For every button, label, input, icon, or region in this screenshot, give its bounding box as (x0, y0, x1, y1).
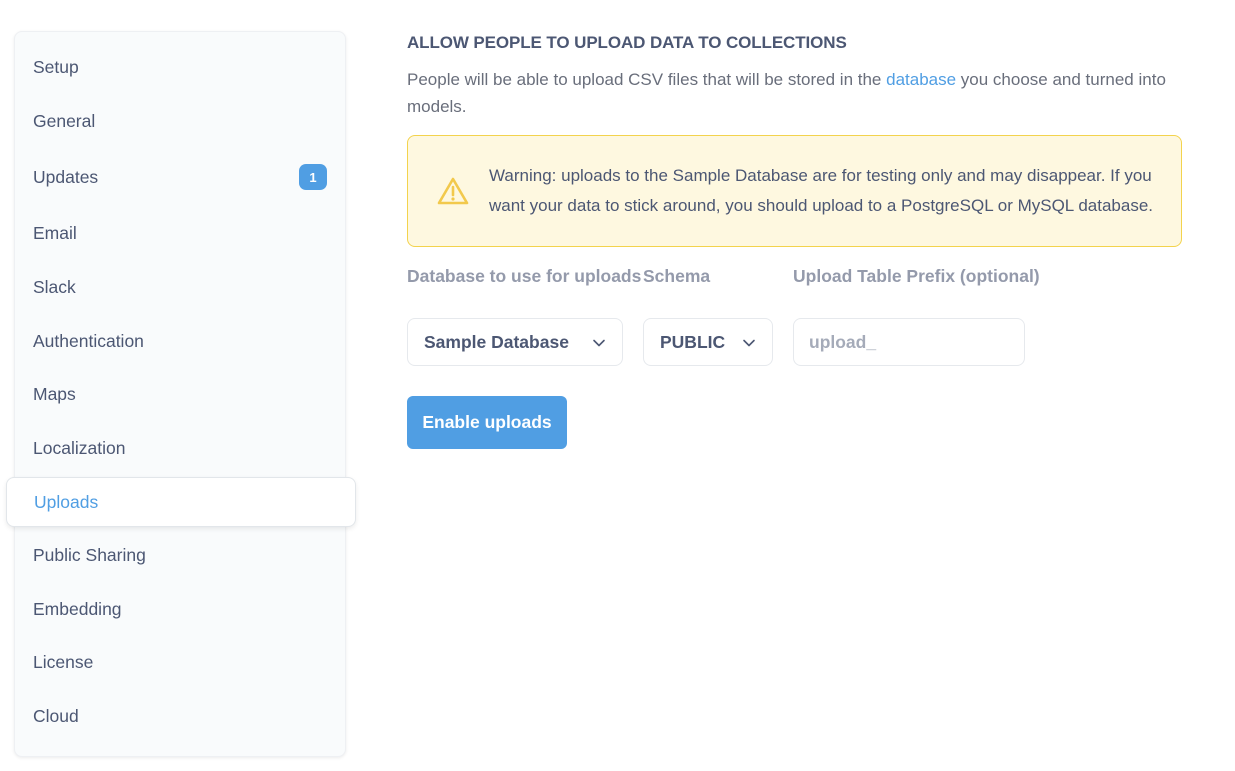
section-description: People will be able to upload CSV files … (407, 66, 1177, 120)
sidebar-item-updates[interactable]: Updates 1 (15, 152, 345, 202)
sidebar-item-authentication[interactable]: Authentication (15, 316, 345, 366)
sidebar-item-label: Authentication (33, 330, 144, 351)
chevron-down-icon (593, 339, 605, 347)
sidebar-item-uploads[interactable]: Uploads (6, 477, 356, 527)
sidebar-item-setup[interactable]: Setup (15, 42, 345, 92)
warning-text: Warning: uploads to the Sample Database … (489, 166, 1154, 215)
sidebar-item-label: License (33, 651, 94, 672)
settings-sidebar: Setup General Updates 1 Email Slack Auth… (6, 31, 356, 757)
sidebar-item-cloud[interactable]: Cloud (15, 691, 345, 741)
sidebar-item-label: Embedding (33, 598, 122, 619)
sidebar-item-localization[interactable]: Localization (15, 423, 345, 473)
sidebar-item-label: Uploads (34, 491, 99, 512)
sidebar-item-email[interactable]: Email (15, 208, 345, 258)
updates-count-badge: 1 (299, 164, 327, 190)
database-link[interactable]: database (886, 70, 956, 89)
schema-field-label: Schema (643, 266, 711, 286)
section-heading: ALLOW PEOPLE TO UPLOAD DATA TO COLLECTIO… (407, 33, 847, 52)
sidebar-item-label: Cloud (33, 705, 79, 726)
schema-select[interactable]: PUBLIC (643, 318, 773, 366)
database-field-label: Database to use for uploads (407, 266, 642, 286)
sidebar-item-label: Email (33, 222, 77, 243)
sidebar-item-label: Localization (33, 437, 126, 458)
database-select[interactable]: Sample Database (407, 318, 623, 366)
warning-triangle-icon (437, 177, 469, 205)
sidebar-item-public-sharing[interactable]: Public Sharing (15, 530, 345, 580)
sidebar-item-general[interactable]: General (15, 96, 345, 146)
table-prefix-input[interactable] (793, 318, 1025, 366)
description-text: People will be able to upload CSV files … (407, 70, 887, 89)
sidebar-item-slack[interactable]: Slack (15, 262, 345, 312)
sidebar-item-label: General (33, 110, 96, 131)
sidebar-item-label: Slack (33, 276, 76, 297)
sidebar-item-label: Maps (33, 383, 76, 404)
sample-database-warning: Warning: uploads to the Sample Database … (407, 135, 1182, 247)
database-select-value: Sample Database (424, 331, 569, 352)
sidebar-item-label: Public Sharing (33, 544, 146, 565)
sidebar-item-license[interactable]: License (15, 637, 345, 687)
sidebar-item-label: Updates (33, 166, 99, 187)
schema-select-value: PUBLIC (660, 331, 726, 352)
sidebar-item-label: Setup (33, 56, 79, 77)
chevron-down-icon (743, 339, 755, 347)
uploads-settings-panel: ALLOW PEOPLE TO UPLOAD DATA TO COLLECTIO… (407, 30, 1187, 449)
enable-uploads-button[interactable]: Enable uploads (407, 396, 567, 449)
prefix-field-label: Upload Table Prefix (optional) (793, 266, 1040, 286)
sidebar-item-embedding[interactable]: Embedding (15, 584, 345, 634)
sidebar-item-maps[interactable]: Maps (15, 369, 345, 419)
